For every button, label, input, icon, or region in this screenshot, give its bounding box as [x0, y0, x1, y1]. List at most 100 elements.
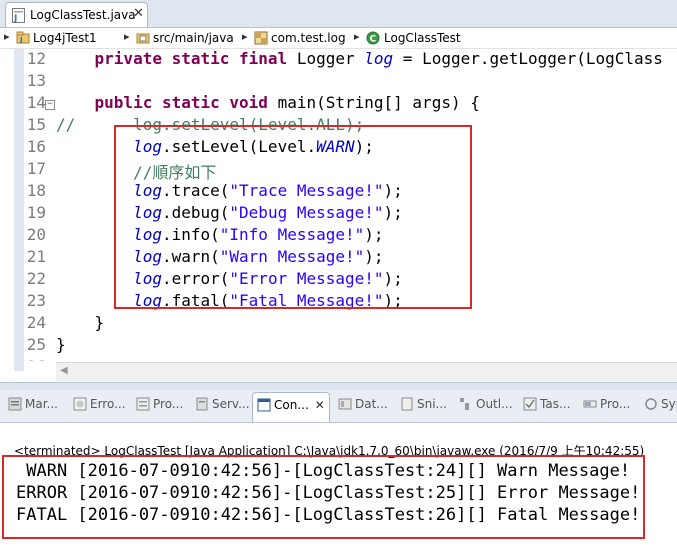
code-text: log.warn("Warn Message!"); [56, 247, 384, 266]
console-line: WARN [2016-07-0910:42:56]-[LogClassTest:… [16, 461, 631, 481]
breadcrumb-item-source-folder[interactable]: src/main/java [153, 31, 234, 45]
breadcrumb: ▸ J Log4jTest1 ▸ src/main/java ▸ com.tes… [0, 28, 677, 49]
tab-label: Serv... [212, 397, 250, 411]
code-text: } [56, 313, 105, 332]
breadcrumb-item-project[interactable]: Log4jTest1 [33, 31, 97, 45]
field-token: log [133, 137, 162, 156]
close-icon[interactable]: ✕ [133, 6, 144, 21]
string-token: "Debug Message!" [229, 203, 384, 222]
code-text: log.trace("Trace Message!"); [56, 181, 403, 200]
data-source-icon [338, 397, 352, 411]
field-token: log [133, 269, 162, 288]
tab-error-log[interactable]: Erro... [73, 397, 126, 417]
tab-markers[interactable]: Mar... [8, 397, 58, 417]
project-icon: J [16, 31, 30, 44]
string-token: "Warn Message!" [219, 247, 365, 266]
tab-progress[interactable]: Pro... [583, 397, 630, 417]
breadcrumb-separator: ▸ [124, 30, 130, 43]
code-token: ); [354, 137, 374, 156]
code-token: .fatal( [161, 291, 230, 310]
line-number: 19 [26, 203, 46, 222]
line-number: 14 [26, 93, 46, 112]
line-number: 16 [26, 137, 46, 156]
code-text: log.error("Error Message!"); [56, 269, 403, 288]
line-number: 12 [26, 49, 46, 68]
line-number: 26 [24, 357, 46, 361]
line-number: 24 [26, 313, 46, 332]
view-tab-bar: Mar... Erro... Pro... Serv... Con... ✕ Da… [0, 390, 677, 423]
keyword-token: public static void [94, 93, 278, 112]
code-text: log.setLevel(Level.WARN); [56, 137, 374, 156]
tab-console[interactable]: Con... ✕ [252, 392, 330, 422]
svg-text:J: J [19, 36, 23, 44]
code-line: 23 log.fatal("Fatal Message!"); [0, 291, 677, 313]
tab-snippets[interactable]: Sni... [400, 397, 447, 417]
tab-label: Con... [274, 398, 309, 412]
line-number: 25 [26, 335, 46, 354]
code-text: log.debug("Debug Message!"); [56, 203, 403, 222]
field-token: log [133, 291, 162, 310]
tab-properties[interactable]: Pro... [136, 397, 183, 417]
line-number: 23 [26, 291, 46, 310]
string-token: "Info Message!" [219, 225, 365, 244]
code-lines: 12 private static final Logger log = Log… [0, 49, 677, 361]
line-number: 22 [26, 269, 46, 288]
code-token: } [56, 313, 105, 332]
field-token: log [133, 225, 162, 244]
fold-collapse-icon[interactable]: − [45, 100, 55, 110]
field-token: log [133, 203, 162, 222]
code-token: ); [364, 247, 384, 266]
tab-tasks[interactable]: Tas... [523, 397, 570, 417]
tab-synchronize[interactable]: Syr [644, 397, 677, 417]
tab-outline[interactable]: Outl... [459, 397, 513, 417]
breadcrumb-item-package[interactable]: com.test.log [271, 31, 346, 45]
breadcrumb-separator: ▸ [242, 30, 248, 43]
code-line: 17 //順序如下 [0, 159, 677, 183]
code-text: log.info("Info Message!"); [56, 225, 384, 244]
field-token: log [133, 247, 162, 266]
console-icon [257, 398, 271, 412]
breadcrumb-separator: ▸ [4, 30, 10, 43]
line-number: 17 [26, 159, 46, 178]
code-token: .debug( [161, 203, 230, 222]
field-token: WARN [316, 137, 355, 156]
tab-data-source[interactable]: Dat... [338, 397, 388, 417]
scroll-left-icon[interactable]: ◀ [60, 365, 68, 376]
code-token: .info( [161, 225, 220, 244]
synchronize-icon [644, 397, 658, 411]
java-file-icon: J [12, 8, 25, 23]
code-token: .error( [161, 269, 230, 288]
tab-servers[interactable]: Serv... [195, 397, 250, 417]
code-text: } [56, 335, 66, 354]
code-line: 15 // log.setLevel(Level.ALL); [0, 115, 677, 137]
code-line: 13 [0, 71, 677, 93]
code-token: ); [383, 269, 403, 288]
line-number: 13 [26, 71, 46, 90]
code-token: ); [383, 291, 403, 310]
code-token: ); [364, 225, 384, 244]
breadcrumb-item-class[interactable]: LogClassTest [384, 31, 461, 45]
code-line: 25} [0, 335, 677, 357]
close-icon[interactable]: ✕ [315, 398, 325, 412]
console-output[interactable]: <terminated> LogClassTest [Java Applicat… [0, 423, 677, 549]
code-text: //順序如下 [56, 159, 216, 183]
editor-tab-logclasstest[interactable]: J LogClassTest.java ✕ [5, 2, 148, 27]
tab-label: Dat... [355, 397, 388, 411]
string-token: "Error Message!" [229, 269, 384, 288]
console-line: FATAL [2016-07-0910:42:56]-[LogClassTest… [16, 505, 641, 525]
tab-label: Pro... [600, 397, 631, 411]
svg-text:J: J [13, 14, 17, 23]
comment-token: // log.setLevel(Level.ALL); [56, 115, 365, 134]
code-line: 18 log.trace("Trace Message!"); [0, 181, 677, 203]
horizontal-scrollbar[interactable]: ◀ [56, 362, 677, 381]
code-text: private static final Logger log = Logger… [56, 49, 663, 68]
